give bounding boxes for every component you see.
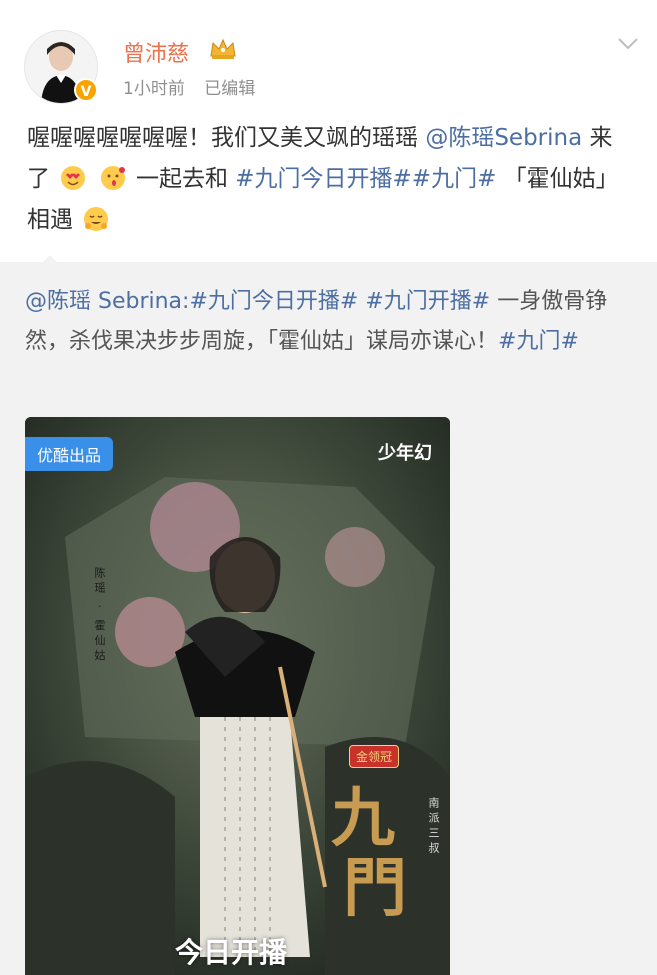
post-text-part: 一起去和 [135, 166, 236, 192]
repost-card[interactable]: @陈瑶 Sebrina:#九门今日开播# #九门开播# 一身傲骨铮然，杀伐果决步… [0, 255, 657, 975]
hashtag-link[interactable]: #九门# [412, 166, 497, 192]
author-label: 南派三叔 [427, 797, 440, 857]
weibo-post: V 曾沛慈 1小时前 已编辑 喔喔喔喔喔喔喔！我们又美又飒的瑶瑶 @陈瑶Sebr… [0, 0, 657, 975]
post-time: 1小时前 [123, 79, 185, 99]
mention-link[interactable]: @陈瑶 Sebrina: [25, 289, 189, 314]
post-text: 喔喔喔喔喔喔喔！我们又美又飒的瑶瑶 @陈瑶Sebrina 来了 一起去和 #九门… [27, 118, 635, 241]
hashtag-link[interactable]: #九门# [498, 329, 579, 354]
hashtag-link[interactable]: #九门今日开播# [189, 289, 358, 314]
youku-badge: 优酷出品 [25, 437, 114, 471]
drama-title-char: 門 [343, 851, 407, 926]
hashtag-link[interactable]: #九门今日开播# [235, 166, 412, 192]
verified-badge: V [74, 78, 98, 102]
premiere-label: 今日开播 [175, 936, 288, 969]
actor-role-label: 陈瑶 · 霍仙姑 [93, 567, 106, 665]
hug-emoji-icon [84, 207, 109, 231]
repost-text: @陈瑶 Sebrina:#九门今日开播# #九门开播# 一身傲骨铮然，杀伐果决步… [25, 282, 639, 362]
chevron-down-icon[interactable] [617, 36, 639, 55]
post-meta: 1小时前 已编辑 [123, 74, 269, 99]
edited-label[interactable]: 已编辑 [204, 79, 255, 99]
mention-link[interactable]: @陈瑶Sebrina [425, 125, 582, 151]
username[interactable]: 曾沛慈 [123, 36, 189, 68]
post-text-part: 喔喔喔喔喔喔喔！我们又美又飒的瑶瑶 [27, 125, 426, 151]
kiss-emoji-icon [100, 166, 125, 190]
heart-eyes-emoji-icon [61, 166, 86, 190]
brand-logo: 少年幻 [378, 443, 432, 464]
sponsor-logo: 金领冠 [349, 745, 400, 768]
repost-arrow [38, 252, 62, 271]
hashtag-link[interactable]: #九门开播# [365, 289, 490, 314]
drama-poster-image[interactable]: 优酷出品 少年幻 陈瑶 · 霍仙姑 金领冠 九 門 南派三叔 今日开播 [25, 417, 450, 975]
post-header: V 曾沛慈 1小时前 已编辑 [0, 0, 657, 115]
crown-icon [208, 36, 238, 64]
